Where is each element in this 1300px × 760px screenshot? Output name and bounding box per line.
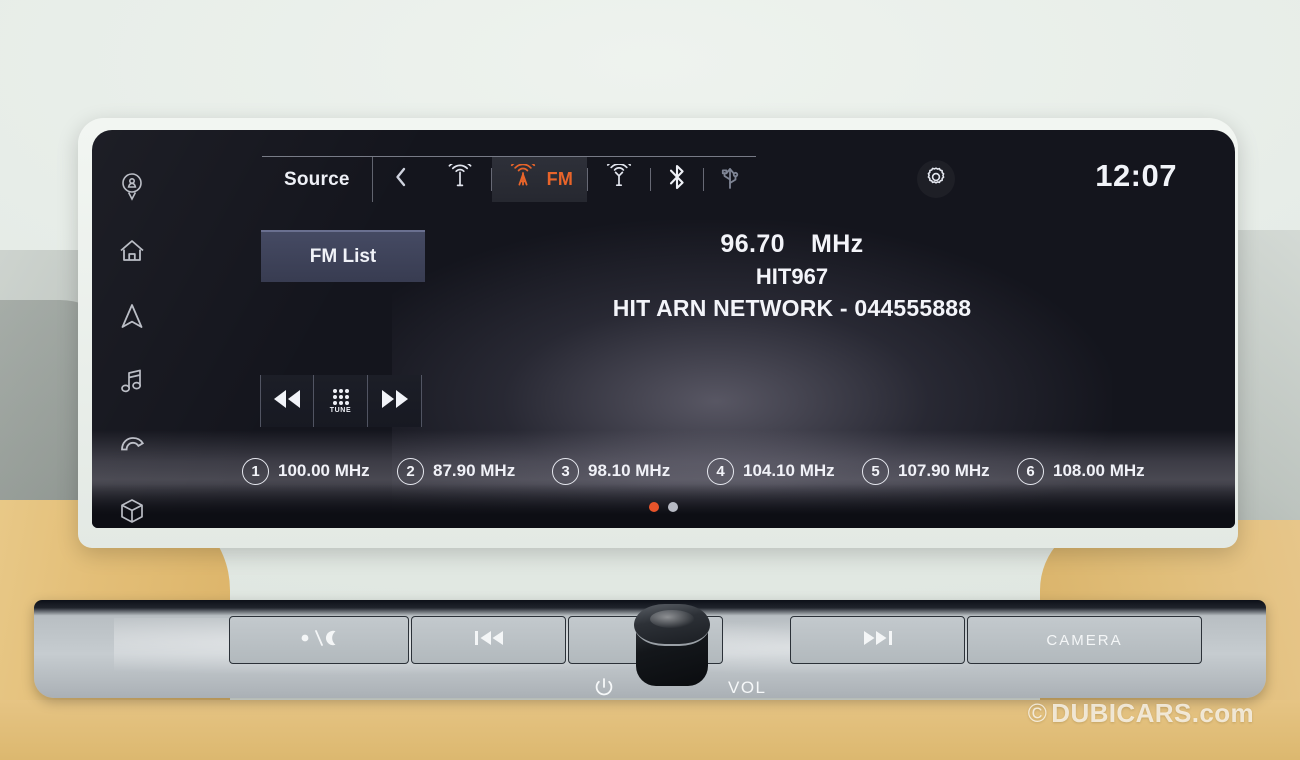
next-track-button[interactable] <box>790 616 965 664</box>
music-note-icon <box>119 367 145 395</box>
chevron-left-icon <box>393 166 409 193</box>
clock: 12:07 <box>1095 158 1177 193</box>
tune-button[interactable]: TUNE <box>314 375 368 427</box>
preset-item[interactable]: 2 87.90 MHz <box>397 457 552 485</box>
dab-antenna-icon <box>602 159 636 195</box>
top-bar: Source FM 12:07 <box>172 156 1235 202</box>
preset-frequency: 100.00 MHz <box>278 461 370 480</box>
sun-moon-icon <box>296 628 342 652</box>
preset-frequency: 107.90 MHz <box>898 461 990 480</box>
back-button[interactable] <box>373 157 429 202</box>
bluetooth-icon <box>666 162 688 197</box>
volume-label: VOL <box>728 678 767 697</box>
copyright-symbol: © <box>1027 698 1048 728</box>
preset-list: 1 100.00 MHz 2 87.90 MHz 3 98.10 MHz 4 1… <box>92 448 1235 494</box>
tab-am-radio[interactable] <box>429 157 491 202</box>
settings-button[interactable] <box>917 160 955 198</box>
usb-icon <box>718 162 742 197</box>
tab-usb[interactable] <box>704 157 756 202</box>
camera-button[interactable]: CAMERA <box>967 616 1202 664</box>
knob-top <box>634 604 710 646</box>
transport-controls: TUNE <box>260 375 422 427</box>
skip-forward-icon <box>861 629 895 651</box>
station-name: HIT967 <box>755 264 829 289</box>
sidebar-item-audio[interactable] <box>109 363 155 398</box>
tab-fm-radio[interactable]: FM <box>491 157 588 202</box>
preset-item[interactable]: 4 104.10 MHz <box>707 457 862 485</box>
preset-number: 3 <box>552 457 579 485</box>
preset-item[interactable]: 3 98.10 MHz <box>552 457 707 485</box>
page-dot[interactable] <box>668 502 678 512</box>
fm-radio-tower-icon <box>506 159 540 195</box>
rewind-icon <box>270 387 304 416</box>
source-tabs: FM <box>373 157 757 202</box>
display-daynight-button[interactable] <box>229 616 409 664</box>
preset-item[interactable]: 6 108.00 MHz <box>1017 457 1172 485</box>
preset-number: 2 <box>397 457 424 485</box>
sidebar-item-navigation[interactable] <box>109 298 155 333</box>
station-info: 96.70 MHz HIT967 HIT ARN NETWORK - 044555… <box>452 230 1132 322</box>
sidebar-item-home[interactable] <box>109 233 155 268</box>
tune-label: TUNE <box>329 406 352 414</box>
source-tab-group: Source FM <box>262 156 757 202</box>
seek-back-button[interactable] <box>260 375 314 427</box>
page-dot-active[interactable] <box>649 502 659 512</box>
preset-number: 6 <box>1017 457 1044 485</box>
tab-fm-label: FM <box>546 169 574 189</box>
preset-frequency: 87.90 MHz <box>433 461 516 480</box>
preset-number: 1 <box>242 457 269 485</box>
frequency-unit: MHz <box>810 230 864 258</box>
sidebar-item-profile[interactable] <box>109 168 155 203</box>
seek-forward-button[interactable] <box>368 375 422 427</box>
keypad-icon <box>332 388 349 405</box>
fm-list-button[interactable]: FM List <box>261 230 425 282</box>
station-frequency-row: 96.70 MHz <box>452 230 1132 259</box>
preset-number: 4 <box>707 457 734 485</box>
gear-icon <box>923 164 949 195</box>
page-indicator <box>92 502 1235 512</box>
tab-bluetooth[interactable] <box>651 157 703 202</box>
source-button[interactable]: Source <box>262 157 373 202</box>
preset-number: 5 <box>862 457 889 485</box>
tab-dab-radio[interactable] <box>588 157 650 202</box>
preset-item[interactable]: 1 100.00 MHz <box>242 457 397 485</box>
preset-frequency: 104.10 MHz <box>743 461 835 480</box>
profile-pin-icon <box>119 171 145 201</box>
knob-highlight <box>650 610 694 628</box>
am-radio-tower-icon <box>443 160 477 195</box>
navigation-arrow-icon <box>119 302 145 330</box>
fast-forward-icon <box>378 387 412 416</box>
preset-frequency: 108.00 MHz <box>1053 461 1145 480</box>
station-frequency: 96.70 <box>720 230 785 258</box>
infotainment-screen[interactable]: Source FM 12:07 FM List 96.70 MHz HIT967… <box>92 130 1235 528</box>
preset-item[interactable]: 5 107.90 MHz <box>862 457 1017 485</box>
power-icon[interactable] <box>593 676 615 703</box>
previous-track-button[interactable] <box>411 616 566 664</box>
station-radio-text: HIT ARN NETWORK - 044555888 <box>612 295 972 321</box>
home-icon <box>118 238 146 264</box>
volume-knob[interactable] <box>630 604 714 690</box>
watermark-text: DUBICARS.com <box>1051 698 1254 728</box>
skip-back-icon <box>472 629 506 651</box>
watermark: © DUBICARS.com <box>1028 698 1254 729</box>
preset-frequency: 98.10 MHz <box>588 461 671 480</box>
